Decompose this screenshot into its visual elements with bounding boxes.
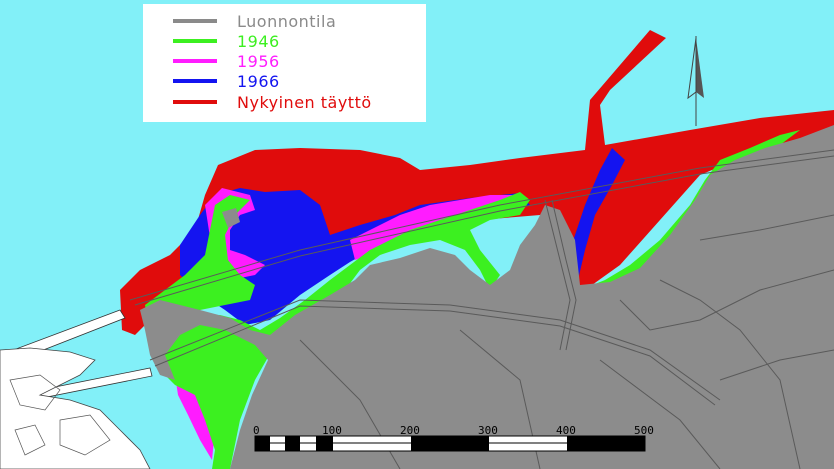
legend-label: 1966: [237, 71, 280, 91]
legend-item-luonnontila: Luonnontila: [173, 11, 336, 31]
scale-tick-label: 100: [322, 424, 342, 437]
scale-tick-label: 500: [634, 424, 654, 437]
scale-tick-label: 200: [400, 424, 420, 437]
scale-bar: 0 100 200 300 400 500: [250, 424, 660, 458]
legend-label: Nykyinen täyttö: [237, 92, 372, 112]
legend-item-1956: 1956: [173, 51, 280, 71]
scale-tick-label: 0: [253, 424, 260, 437]
scale-tick-label: 400: [556, 424, 576, 437]
legend-item-nykyinen-taytto: Nykyinen täyttö: [173, 92, 372, 112]
legend-swatch: [173, 79, 217, 83]
map-legend: Luonnontila 1946 1956 1966 Nykyinen täyt…: [143, 4, 426, 122]
north-arrow-icon: [687, 36, 704, 126]
legend-label: Luonnontila: [237, 11, 337, 31]
legend-swatch: [173, 39, 217, 43]
legend-item-1946: 1946: [173, 31, 280, 51]
legend-swatch: [173, 100, 217, 104]
legend-label: 1946: [237, 31, 280, 51]
legend-item-1966: 1966: [173, 71, 280, 91]
legend-swatch: [173, 19, 217, 23]
legend-label: 1956: [237, 51, 280, 71]
scale-tick-label: 300: [478, 424, 498, 437]
legend-swatch: [173, 59, 217, 63]
